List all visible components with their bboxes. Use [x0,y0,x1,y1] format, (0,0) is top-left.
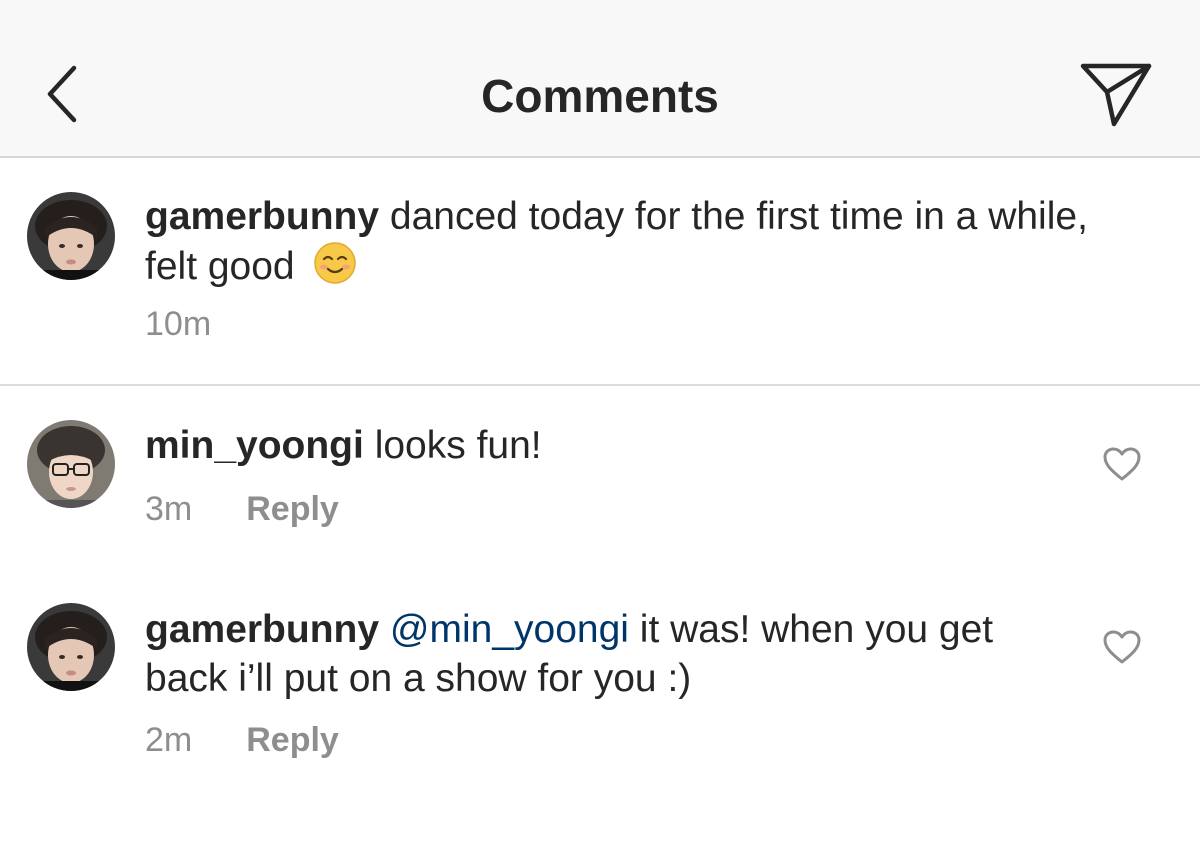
timestamp: 3m [145,490,193,528]
comment-meta: 2m Reply [145,720,339,760]
paper-plane-icon [1080,63,1152,127]
caption-username[interactable]: gamerbunny [145,195,379,238]
page-title: Comments [481,70,719,122]
comment-meta: 3m Reply [145,489,339,529]
comment-username[interactable]: gamerbunny [145,608,379,651]
caption-text: gamerbunny danced today for the first ti… [145,192,1088,297]
caption-meta: 10m [145,304,211,344]
like-button[interactable] [1102,446,1142,482]
heart-icon [1103,447,1141,481]
comment-body: looks fun! [374,424,542,467]
reply-button[interactable]: Reply [246,721,339,759]
timestamp: 10m [145,305,212,343]
header-bar: Comments [0,0,1200,158]
caption-text-line2: felt good [145,245,295,288]
comment-username[interactable]: min_yoongi [145,424,364,467]
smiling-face-icon [313,241,357,297]
mention-link[interactable]: @min_yoongi [390,608,629,651]
caption-text-line1: danced today for the first time in a whi… [389,195,1088,238]
comment-text: min_yoongi looks fun! [145,421,542,470]
comment-body-line2: back i’ll put on a show for you :) [145,657,692,700]
like-button[interactable] [1102,629,1142,665]
avatar[interactable] [27,420,115,508]
heart-icon [1103,630,1141,664]
avatar[interactable] [27,603,115,691]
post-caption: gamerbunny danced today for the first ti… [0,158,1200,386]
avatar[interactable] [27,192,115,280]
share-button[interactable] [1078,58,1154,128]
comment-text: gamerbunny @min_yoongi it was! when you … [145,605,993,703]
reply-button[interactable]: Reply [246,490,339,528]
timestamp: 2m [145,721,193,759]
comment-body-line1: it was! when you get [639,608,994,651]
